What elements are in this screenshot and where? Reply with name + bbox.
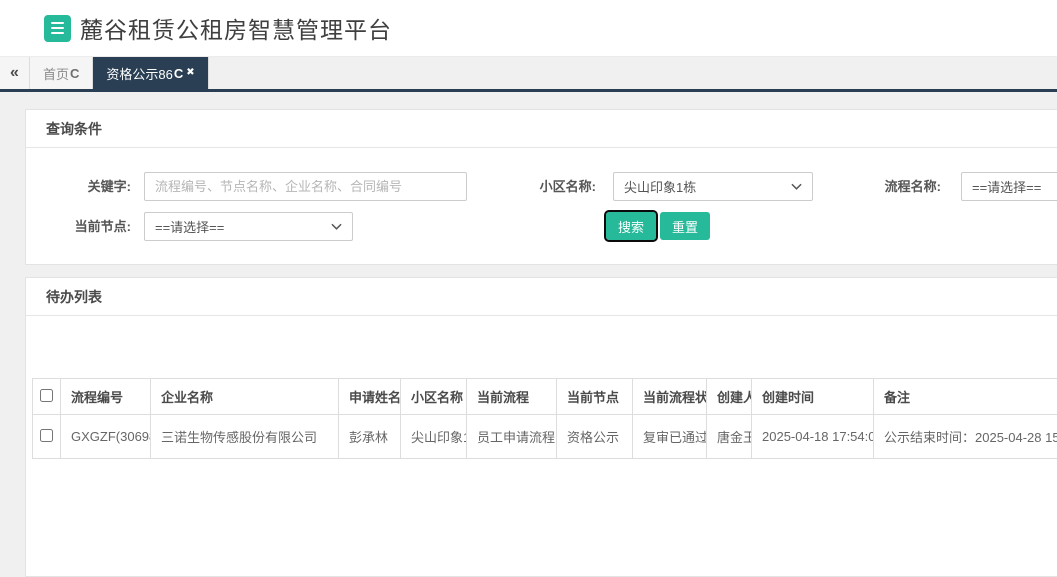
process-select-value: ==请选择==: [972, 177, 1041, 196]
chevron-down-icon: [331, 223, 342, 230]
app-header: 麓谷租赁公租房智慧管理平台: [0, 0, 1057, 57]
table-header-row: 流程编号企业名称申请姓名小区名称当前流程当前节点当前流程状态创建人创建时间备注: [33, 379, 1057, 415]
column-header: 企业名称: [151, 379, 339, 415]
page-title: 麓谷租赁公租房智慧管理平台: [80, 11, 392, 45]
select-all-cell: [33, 379, 61, 415]
column-header: 当前流程状态: [633, 379, 707, 415]
table-cell: 公示结束时间：2025-04-28 15:52:29: [874, 415, 1057, 459]
column-header: 当前流程: [467, 379, 557, 415]
table-cell: 尖山印象1栋: [401, 415, 467, 459]
table-row: GXGZF(30698)三诺生物传感股份有限公司彭承林尖山印象1栋员工申请流程资…: [33, 415, 1057, 459]
query-form: 关键字: 小区名称: 尖山印象1栋 流程名称: ==请选择== 当前节点: ==…: [26, 148, 1057, 264]
community-label: 小区名称:: [524, 172, 596, 201]
column-header: 创建人: [707, 379, 752, 415]
todo-panel-title: 待办列表: [26, 278, 1057, 316]
select-all-checkbox[interactable]: [40, 389, 53, 402]
menu-hamburger-icon[interactable]: [44, 15, 71, 42]
search-button[interactable]: 搜索: [606, 212, 656, 240]
tab-home[interactable]: 首页 C: [30, 57, 93, 89]
todo-table: 流程编号企业名称申请姓名小区名称当前流程当前节点当前流程状态创建人创建时间备注G…: [32, 378, 1057, 459]
column-header: 当前节点: [557, 379, 633, 415]
current-node-select-value: ==请选择==: [155, 217, 224, 236]
column-header: 创建时间: [752, 379, 874, 415]
todo-list-panel: 待办列表 流程编号企业名称申请姓名小区名称当前流程当前节点当前流程状态创建人创建…: [25, 277, 1057, 577]
table-cell: 复审已通过: [633, 415, 707, 459]
tab-bar: « 首页 C 资格公示86 C ✖: [0, 57, 1057, 92]
reset-button[interactable]: 重置: [660, 212, 710, 240]
column-header: 流程编号: [61, 379, 151, 415]
todo-table-wrapper: 流程编号企业名称申请姓名小区名称当前流程当前节点当前流程状态创建人创建时间备注G…: [26, 316, 1057, 459]
process-label: 流程名称:: [869, 172, 941, 201]
content-area: 查询条件 关键字: 小区名称: 尖山印象1栋 流程名称: ==请选择== 当前节…: [0, 92, 1057, 577]
chevron-down-icon: [791, 183, 802, 190]
keyword-input[interactable]: [144, 172, 467, 201]
table-cell: GXGZF(30698): [61, 415, 151, 459]
close-icon[interactable]: ✖: [186, 68, 194, 78]
table-cell: 资格公示: [557, 415, 633, 459]
table-cell: 三诺生物传感股份有限公司: [151, 415, 339, 459]
table-cell: 2025-04-18 17:54:04: [752, 415, 874, 459]
tab-qualification-publicity[interactable]: 资格公示86 C ✖: [93, 57, 208, 89]
table-cell: 彭承林: [339, 415, 401, 459]
current-node-select[interactable]: ==请选择==: [144, 212, 353, 241]
column-header: 备注: [874, 379, 1057, 415]
row-select-checkbox[interactable]: [40, 429, 53, 442]
table-cell: 唐金玉: [707, 415, 752, 459]
tab-active-label: 资格公示86: [106, 64, 172, 83]
refresh-icon[interactable]: C: [174, 66, 183, 81]
column-header: 申请姓名: [339, 379, 401, 415]
refresh-icon[interactable]: C: [70, 66, 79, 81]
process-select[interactable]: ==请选择==: [961, 172, 1057, 201]
community-select[interactable]: 尖山印象1栋: [613, 172, 813, 201]
row-select-cell: [33, 415, 61, 459]
query-conditions-panel: 查询条件 关键字: 小区名称: 尖山印象1栋 流程名称: ==请选择== 当前节…: [25, 109, 1057, 265]
tabs-collapse-icon[interactable]: «: [0, 57, 30, 89]
table-cell: 员工申请流程: [467, 415, 557, 459]
current-node-label: 当前节点:: [39, 212, 131, 241]
keyword-label: 关键字:: [39, 172, 131, 201]
tab-home-label: 首页: [43, 64, 69, 83]
community-select-value: 尖山印象1栋: [624, 177, 696, 196]
column-header: 小区名称: [401, 379, 467, 415]
query-panel-title: 查询条件: [26, 110, 1057, 148]
